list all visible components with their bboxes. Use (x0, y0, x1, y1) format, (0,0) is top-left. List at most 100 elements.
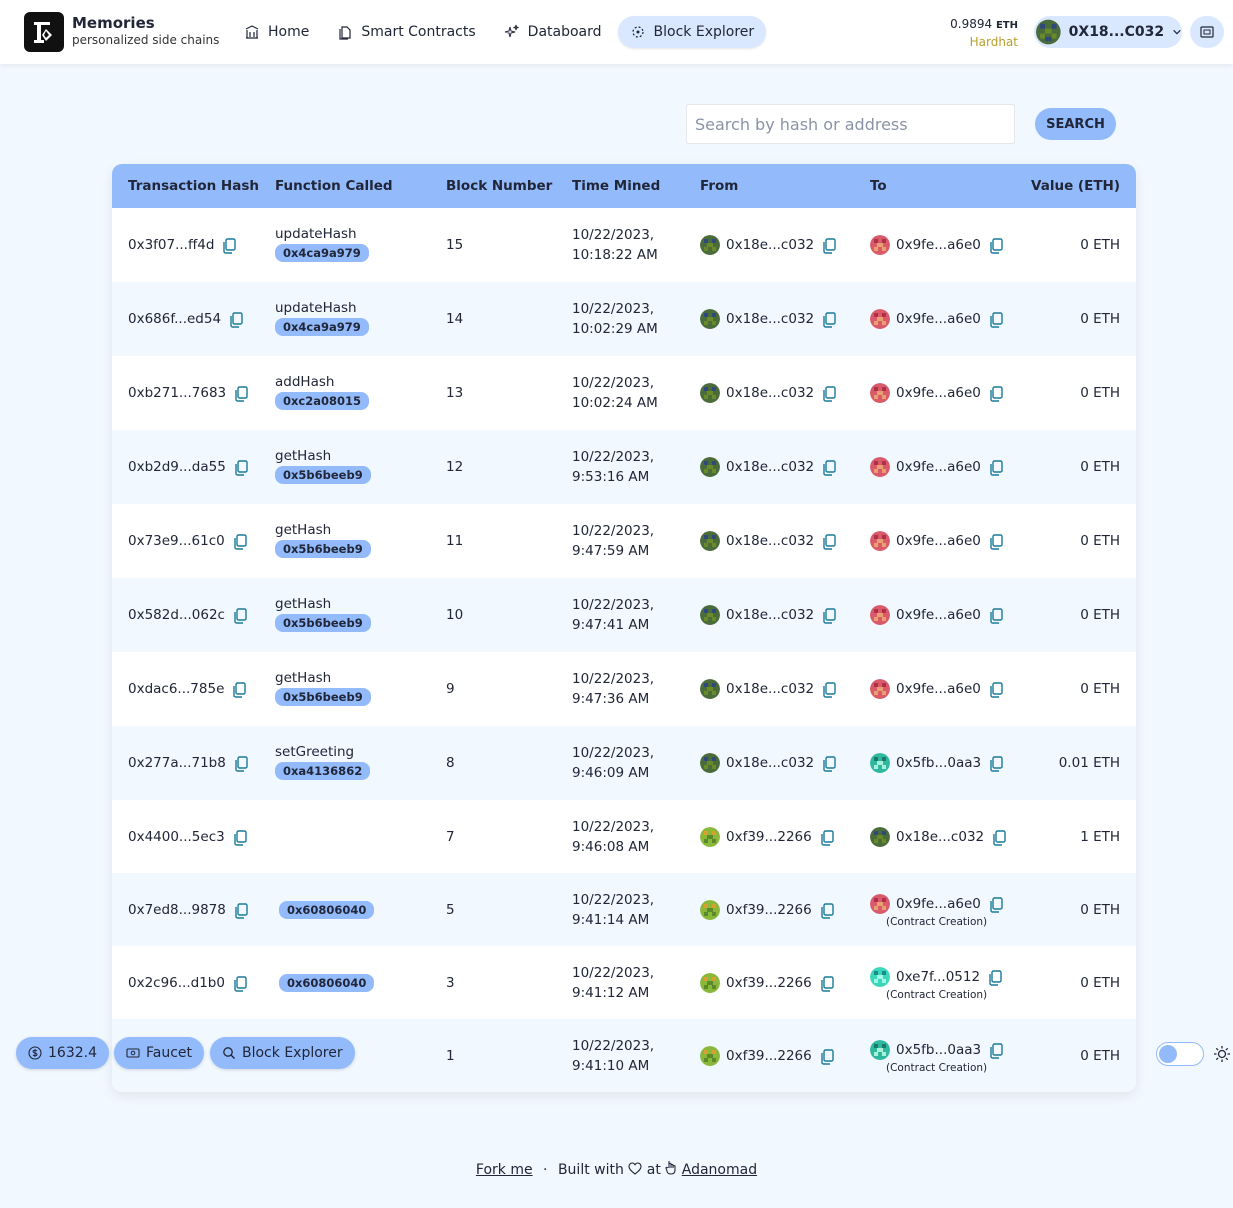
to-address[interactable]: 0x9fe...a6e0 (896, 385, 981, 401)
copy-icon[interactable] (230, 680, 248, 698)
copy-icon[interactable] (987, 754, 1005, 772)
to-address[interactable]: 0x9fe...a6e0 (896, 607, 981, 623)
faucet-button[interactable]: Faucet (114, 1037, 205, 1069)
copy-icon[interactable] (232, 901, 250, 919)
copy-icon[interactable] (987, 310, 1005, 328)
transaction-hash[interactable]: 0xdac6...785e (128, 681, 224, 697)
table-row[interactable]: 0x2c96...d1b0 0x60806040 3 10/22/2023, 9:41:… (112, 946, 1136, 1019)
table-row[interactable]: 0xb271...7683 addHash 0xc2a08015 13 10/22/20… (112, 356, 1136, 430)
from-address[interactable]: 0xf39...2266 (726, 975, 812, 991)
from-address[interactable]: 0x18e...c032 (726, 311, 814, 327)
from-address[interactable]: 0x18e...c032 (726, 681, 814, 697)
copy-icon[interactable] (987, 532, 1005, 550)
block-number[interactable]: 7 (446, 829, 455, 845)
copy-icon[interactable] (820, 458, 838, 476)
copy-icon[interactable] (987, 384, 1005, 402)
transaction-hash[interactable]: 0xb271...7683 (128, 385, 226, 401)
to-address[interactable]: 0x9fe...a6e0 (896, 459, 981, 475)
block-number[interactable]: 12 (446, 459, 463, 475)
from-address[interactable]: 0x18e...c032 (726, 459, 814, 475)
from-address[interactable]: 0xf39...2266 (726, 1048, 812, 1064)
copy-icon[interactable] (231, 606, 249, 624)
copy-icon[interactable] (987, 458, 1005, 476)
table-row[interactable]: 0x4400...5ec3 7 10/22/2023, 9:46:08 AM 0xf39… (112, 800, 1136, 873)
copy-icon[interactable] (232, 458, 250, 476)
copy-icon[interactable] (232, 754, 250, 772)
from-address[interactable]: 0x18e...c032 (726, 607, 814, 623)
to-address[interactable]: 0xe7f...0512 (896, 969, 980, 985)
copy-icon[interactable] (987, 1041, 1005, 1059)
search-input[interactable] (686, 104, 1015, 144)
table-row[interactable]: 0x73e9...61c0 getHash 0x5b6beeb9 11 10/22/20… (112, 504, 1136, 578)
copy-icon[interactable] (990, 828, 1008, 846)
copy-icon[interactable] (820, 236, 838, 254)
to-address[interactable]: 0x9fe...a6e0 (896, 237, 981, 253)
to-address[interactable]: 0x5fb...0aa3 (896, 1042, 981, 1058)
transaction-hash[interactable]: 0x2c96...d1b0 (128, 975, 225, 991)
to-address[interactable]: 0x5fb...0aa3 (896, 755, 981, 771)
block-number[interactable]: 1 (446, 1048, 455, 1064)
copy-icon[interactable] (220, 236, 238, 254)
transaction-hash[interactable]: 0x7ed8...9878 (128, 902, 226, 918)
copy-icon[interactable] (818, 901, 836, 919)
copy-icon[interactable] (987, 236, 1005, 254)
copy-icon[interactable] (820, 680, 838, 698)
copy-icon[interactable] (818, 1047, 836, 1065)
to-address[interactable]: 0x18e...c032 (896, 829, 984, 845)
to-address[interactable]: 0x9fe...a6e0 (896, 896, 981, 912)
transaction-hash[interactable]: 0x4400...5ec3 (128, 829, 225, 845)
block-number[interactable]: 9 (446, 681, 455, 697)
block-number[interactable]: 5 (446, 902, 455, 918)
copy-icon[interactable] (818, 974, 836, 992)
to-address[interactable]: 0x9fe...a6e0 (896, 311, 981, 327)
block-number[interactable]: 8 (446, 755, 455, 771)
copy-icon[interactable] (231, 828, 249, 846)
block-explorer-button[interactable]: Block Explorer (210, 1037, 355, 1069)
from-address[interactable]: 0x18e...c032 (726, 533, 814, 549)
copy-icon[interactable] (987, 895, 1005, 913)
price-badge[interactable]: 1632.4 (16, 1037, 109, 1069)
account-dropdown-button[interactable]: 0X18...C032 (1034, 16, 1182, 48)
block-number[interactable]: 10 (446, 607, 463, 623)
copy-icon[interactable] (227, 310, 245, 328)
table-row[interactable]: 0x277a...71b8 setGreeting 0xa4136862 8 10/22… (112, 726, 1136, 800)
copy-icon[interactable] (987, 606, 1005, 624)
table-row[interactable]: 0x582d...062c getHash 0x5b6beeb9 10 10/22/20… (112, 578, 1136, 652)
copy-icon[interactable] (231, 532, 249, 550)
theme-toggle[interactable] (1156, 1042, 1204, 1066)
author-link[interactable]: Adanomad (682, 1162, 757, 1178)
to-address[interactable]: 0x9fe...a6e0 (896, 533, 981, 549)
table-row[interactable]: 0x7ed8...9878 0x60806040 5 10/22/2023, 9:41:… (112, 873, 1136, 946)
copy-icon[interactable] (231, 974, 249, 992)
copy-icon[interactable] (820, 384, 838, 402)
logo-icon[interactable] (24, 12, 64, 52)
copy-icon[interactable] (820, 310, 838, 328)
nav-smart-contracts[interactable]: Smart Contracts (325, 16, 487, 48)
from-address[interactable]: 0x18e...c032 (726, 755, 814, 771)
transaction-hash[interactable]: 0x277a...71b8 (128, 755, 226, 771)
table-row[interactable]: 0x686f...ed54 updateHash 0x4ca9a979 14 10/22… (112, 282, 1136, 356)
transaction-hash[interactable]: 0xb2d9...da55 (128, 459, 226, 475)
transaction-hash[interactable]: 0x3f07...ff4d (128, 237, 214, 253)
copy-icon[interactable] (986, 968, 1004, 986)
nav-home[interactable]: Home (232, 16, 321, 48)
copy-icon[interactable] (820, 754, 838, 772)
transaction-hash[interactable]: 0x686f...ed54 (128, 311, 221, 327)
block-number[interactable]: 11 (446, 533, 463, 549)
block-number[interactable]: 15 (446, 237, 463, 253)
to-address[interactable]: 0x9fe...a6e0 (896, 681, 981, 697)
from-address[interactable]: 0xf39...2266 (726, 902, 812, 918)
search-button[interactable]: SEARCH (1035, 108, 1116, 140)
copy-icon[interactable] (820, 606, 838, 624)
table-row[interactable]: 0x3f07...ff4d updateHash 0x4ca9a979 15 10/22… (112, 208, 1136, 282)
nav-block-explorer[interactable]: Block Explorer (617, 16, 767, 48)
fork-me-link[interactable]: Fork me (476, 1162, 533, 1178)
block-number[interactable]: 13 (446, 385, 463, 401)
copy-icon[interactable] (987, 680, 1005, 698)
transaction-hash[interactable]: 0x73e9...61c0 (128, 533, 225, 549)
from-address[interactable]: 0x18e...c032 (726, 385, 814, 401)
from-address[interactable]: 0xf39...2266 (726, 829, 812, 845)
nav-databoard[interactable]: Databoard (492, 16, 614, 48)
block-number[interactable]: 3 (446, 975, 455, 991)
copy-icon[interactable] (232, 384, 250, 402)
